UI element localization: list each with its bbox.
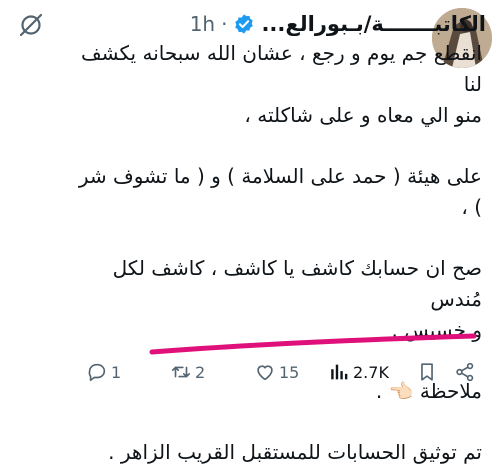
tweet-line: على هيئة ( حمد على السلامة ) و ( ما تشوف… (78, 164, 482, 219)
views-button[interactable]: 2.7K (328, 358, 389, 386)
like-count: 15 (279, 362, 300, 382)
reply-button[interactable]: 1 (86, 358, 121, 386)
bookmark-icon (421, 363, 433, 381)
heart-icon (257, 365, 273, 381)
action-bar: 1 2 15 2.7K (0, 358, 500, 386)
repost-count: 2 (195, 362, 206, 382)
repost-button[interactable]: 2 (170, 358, 205, 386)
share-button[interactable] (454, 358, 476, 386)
views-count: 2.7K (353, 362, 389, 382)
repost-icon (171, 366, 191, 378)
tweet-line: صح ان حسابك كاشف يا كاشف ، كاشف لكل مُند… (112, 256, 482, 311)
highlight-underline (149, 333, 477, 355)
tweet-line-highlighted: تم توثيق الحسابات للمستقبل القريب الزاهر… (108, 440, 482, 464)
bookmark-button[interactable] (416, 358, 438, 386)
author-name[interactable]: الكاتبـــــــة/بـبورالع... (261, 12, 486, 36)
like-button[interactable]: 15 (254, 358, 299, 386)
header-separator: · (221, 12, 228, 36)
tweet-text: انقطع جم يوم و رجع ، عشان الله سبحانه يك… (72, 38, 482, 468)
verified-badge-icon (235, 14, 254, 34)
tweet[interactable]: الكاتبـــــــة/بـبورالع... · 1h انقطع جم… (0, 0, 500, 464)
reply-icon (88, 363, 106, 382)
share-icon (456, 362, 474, 382)
grok-icon[interactable] (18, 12, 44, 38)
tweet-line: منو الي معاه و على شاكلته ، (244, 103, 482, 127)
timestamp[interactable]: 1h (190, 12, 215, 36)
views-icon (331, 364, 348, 380)
reply-count: 1 (111, 362, 122, 382)
tweet-line: انقطع جم يوم و رجع ، عشان الله سبحانه يك… (80, 41, 482, 96)
